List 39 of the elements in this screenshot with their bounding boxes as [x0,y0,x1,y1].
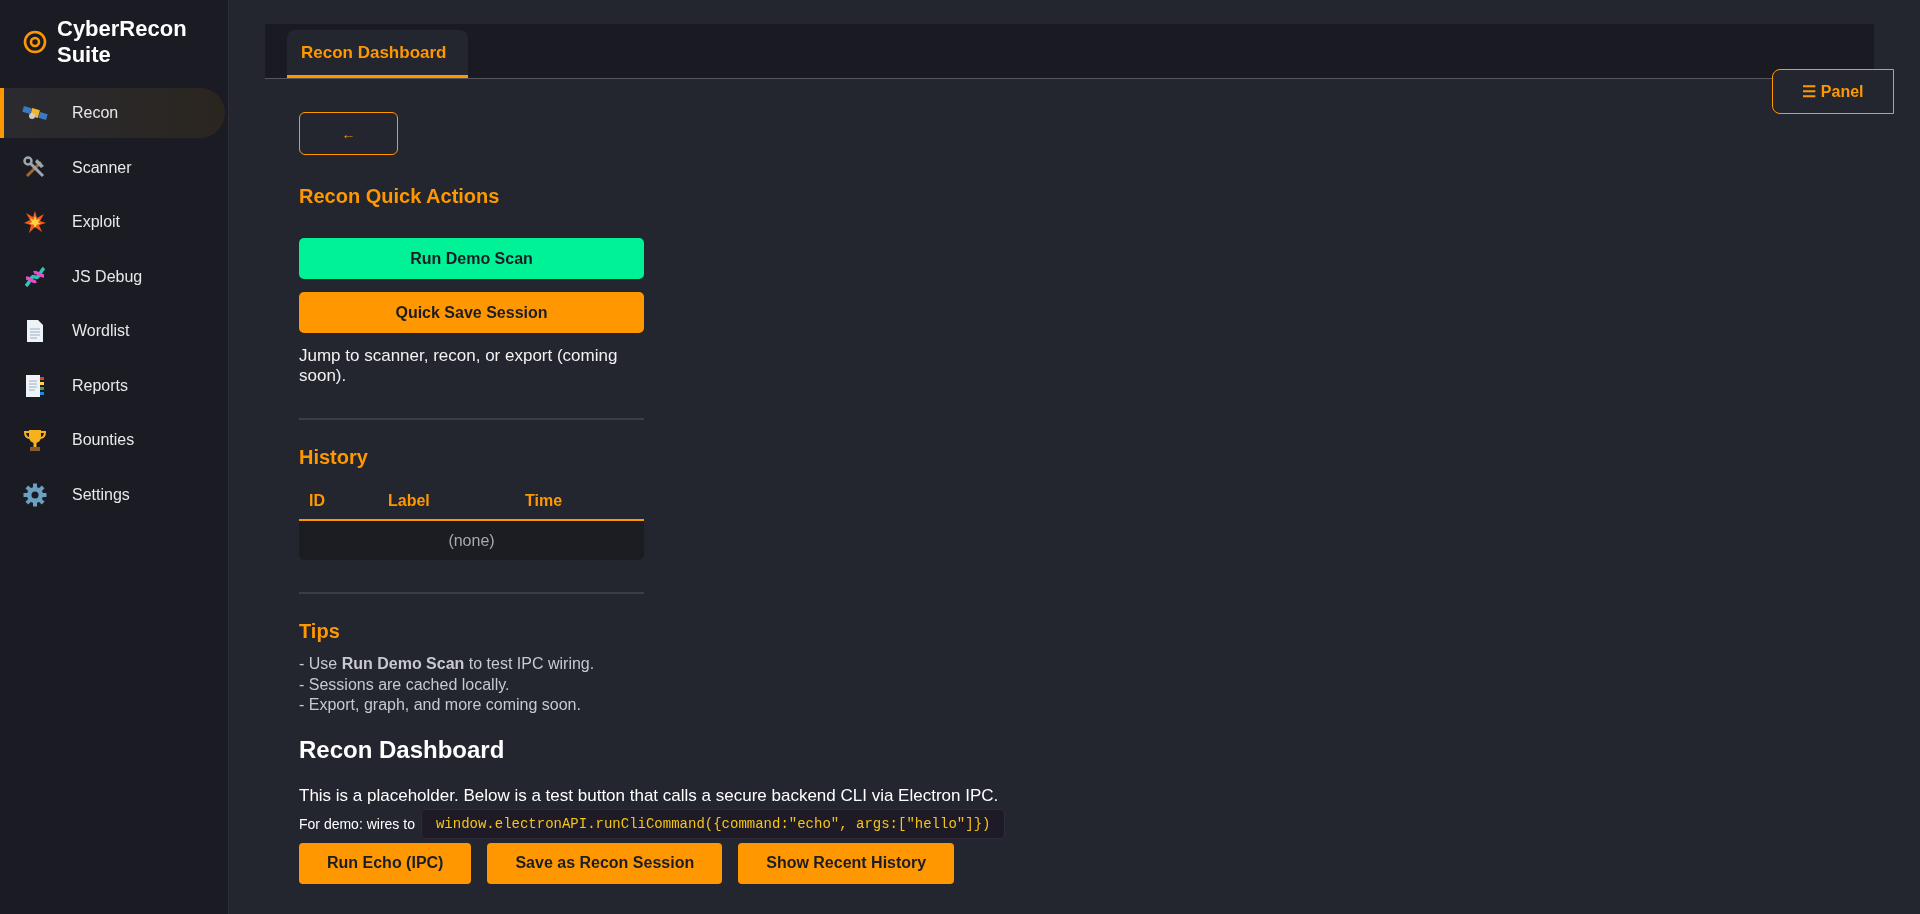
help-text: Jump to scanner, recon, or export (coming soon). [299,346,619,386]
trophy-icon [23,428,47,452]
sidebar-item[interactable]: Settings [0,469,225,520]
empty-message: (none) [448,531,495,550]
hammer-wrench-icon [23,155,47,180]
tip-text: - Export, graph, and more coming soon. [299,695,582,715]
column-header: Time [525,492,563,510]
app-title: CyberRecon Suite [57,16,188,68]
sidebar-item[interactable]: Scanner [0,142,225,193]
sidebar-item[interactable]: Recon [0,88,225,138]
action-button[interactable]: Show Recent History [738,842,955,884]
section-heading: Tips [299,620,341,643]
column-header: ID [309,492,326,510]
action-button[interactable]: Run Echo (IPC) [299,842,472,884]
sidebar-item[interactable]: Bounties [0,415,225,465]
sidebar-item[interactable]: JS Debug [0,251,225,302]
report-icon [24,373,46,398]
sidebar-item[interactable]: Exploit [0,197,225,247]
sidebar-item[interactable]: Reports [0,360,225,411]
page-heading: Recon Dashboard [299,735,505,764]
section-heading: History [299,446,369,469]
target-logo-icon [23,30,47,54]
tip-text: - Sessions are cached locally. [299,674,511,695]
panel-toggle-button[interactable]: ☰ Panel [1772,69,1894,114]
code-snippet: window.electronAPI.runCliCommand({command:"echo", args:["hello"]}) [420,808,1006,839]
description-text: This is a placeholder. Below is a test button that calls a secure backend CLI via Electron IPC. [299,784,999,807]
explosion-icon [23,210,47,234]
action-button[interactable]: Save as Recon Session [487,842,723,884]
save-session-button[interactable]: Quick Save Session [299,292,644,333]
tip-text: - Use Run Demo Scan to test IPC wiring. [299,654,596,674]
dna-icon [23,264,47,289]
document-icon [25,319,45,343]
sidebar-item[interactable]: Wordlist [0,306,225,356]
column-header: Label [388,492,431,510]
back-button[interactable]: ← [299,112,398,155]
demo-label: For demo: wires to [299,815,415,832]
section-heading: Recon Quick Actions [299,185,501,208]
run-scan-button[interactable]: Run Demo Scan [299,238,644,279]
tab[interactable]: Recon Dashboard [287,30,469,78]
